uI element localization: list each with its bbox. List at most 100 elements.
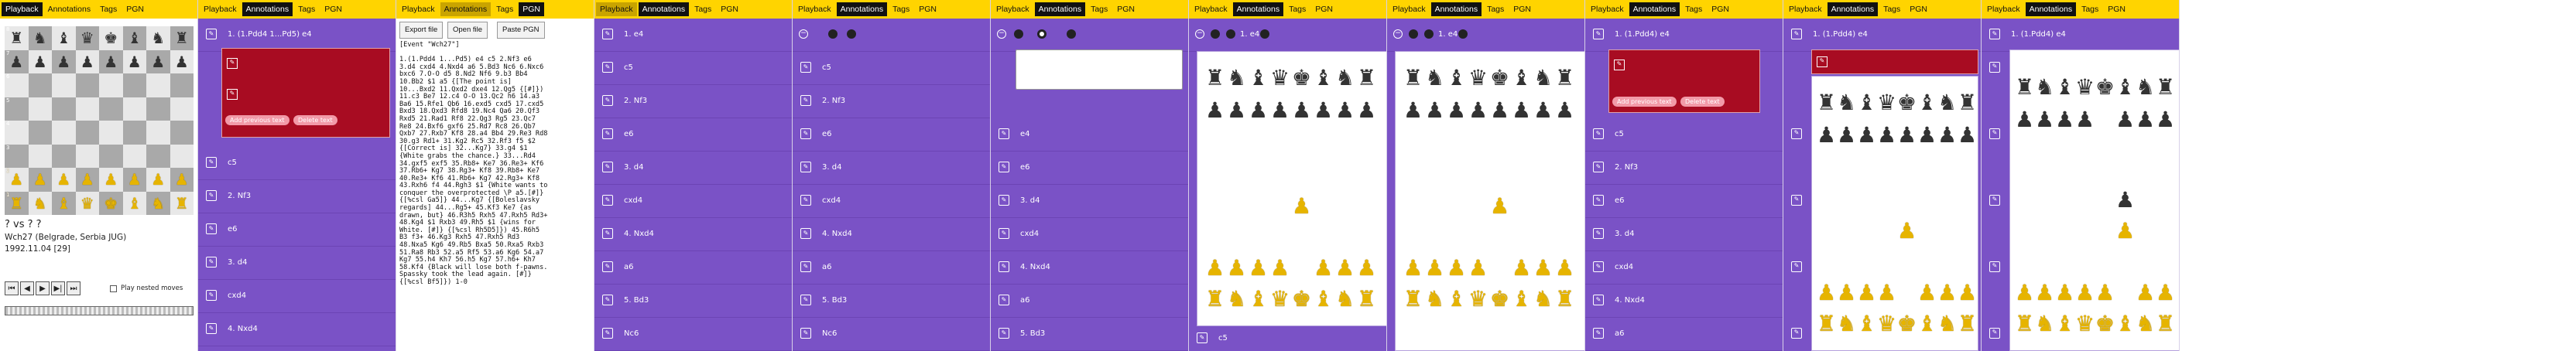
black-queen-piece[interactable]: ♛ [1877,92,1896,114]
first-move-button[interactable]: ⏮ [5,281,19,295]
export-file-button[interactable]: Export file [399,22,444,39]
black-pawn-piece[interactable]: ♟ [1512,100,1531,121]
tab-annotations[interactable]: Annotations [1430,2,1482,16]
white-pawn-piece[interactable]: ♟ [1205,257,1225,279]
black-pawn-piece[interactable]: ♟ [1468,100,1488,121]
move-row[interactable]: ✎ c5 [1585,118,1783,152]
board-square[interactable]: ♟ [52,49,76,73]
move-row[interactable]: ✎ a6 [793,251,990,285]
black-rook-piece[interactable]: ♜ [1958,92,1977,114]
move-row-header[interactable]: − [793,19,990,52]
black-knight-piece[interactable]: ♞ [2035,77,2054,98]
tab-tags[interactable]: Tags [690,2,715,16]
black-rook-piece[interactable]: ♜ [1205,67,1225,89]
board-square[interactable] [146,121,170,145]
black-rook-piece[interactable]: ♜ [2156,77,2175,98]
play-button[interactable]: ▶ [36,281,50,295]
move-row[interactable]: ✎ Nc6 [594,318,792,351]
black-pawn-piece[interactable]: ♟ [1292,100,1311,121]
black-pawn-piece[interactable]: ♟ [2115,109,2135,131]
tab-playback[interactable]: Playback [2,2,43,16]
move-row[interactable]: ✎ 4. Nxd4 [793,218,990,251]
white-pawn-piece[interactable]: ♟ [1937,282,1957,304]
edit-icon[interactable]: ✎ [227,58,238,69]
tab-tags[interactable]: Tags [1681,2,1706,16]
edit-icon[interactable]: ✎ [999,162,1009,172]
edit-icon[interactable]: ✎ [999,228,1009,239]
radio-option[interactable] [1458,29,1468,39]
board-square[interactable] [170,73,194,97]
edit-icon[interactable]: ✎ [1593,128,1604,139]
white-pawn-piece[interactable]: ♟ [1857,282,1876,304]
black-bishop-piece[interactable]: ♝ [1314,67,1333,89]
white-knight-piece[interactable]: ♞ [1227,288,1246,310]
board-square[interactable] [170,144,194,168]
black-pawn-piece[interactable]: ♟ [1897,124,1917,146]
edit-icon[interactable]: ✎ [1817,56,1828,67]
white-bishop-piece[interactable]: ♝ [2055,313,2074,335]
move-row[interactable]: ✎ e6 [1585,185,1783,218]
board-square[interactable] [52,121,76,145]
board-diagram[interactable]: ♜ ♞ ♝ ♛ ♚ ♝ ♞ ♜ ♟ ♟ ♟ ♟ ♟ ♟ ♟ ♟ ♟ ♟ ♟ ♟ ♟ ♟ ♟ ♟ ♜ ♞ ♝… [1197,51,1386,326]
radio-option[interactable] [1037,29,1046,39]
edit-icon[interactable]: ✎ [1593,195,1604,206]
black-pawn-piece[interactable]: ♟ [1357,100,1376,121]
white-pawn-piece[interactable]: ♟ [1817,282,1836,304]
move-row[interactable]: ✎ 4. Nxd4 [991,251,1188,285]
edit-icon[interactable]: ✎ [602,328,613,339]
edit-icon[interactable]: ✎ [1791,29,1802,39]
black-pawn-piece[interactable]: ♟ [1335,100,1355,121]
edit-icon[interactable]: ✎ [206,223,217,234]
board-square[interactable] [122,73,146,97]
move-row[interactable]: ✎ e6 [991,152,1188,185]
black-bishop-piece[interactable]: ♝ [1249,67,1268,89]
move-row[interactable]: ✎ 3. d4 [594,152,792,185]
tab-tags[interactable]: Tags [1483,2,1508,16]
move-row-header[interactable]: − [991,19,1188,52]
black-knight-piece[interactable]: ♞ [1837,92,1856,114]
next-move-button[interactable]: ▶| [51,281,65,295]
move-row[interactable]: ✎ cxd4 [594,185,792,218]
black-pawn-piece[interactable]: ♟ [2055,109,2074,131]
radio-option[interactable] [1226,29,1235,39]
open-file-button[interactable]: Open file [447,22,488,39]
tab-pgn[interactable]: PGN [1708,2,1733,16]
black-pawn-piece[interactable]: ♟ [1817,124,1836,146]
move-row[interactable]: ✎ 5. Bd3 [793,285,990,318]
chess-board[interactable]: 8 ♜ ♞ ♝ ♛ ♚ ♝ ♞ ♜ 7 ♟ ♟ ♟ ♟ ♟ ♟ ♟ ♟ 6 5 4 3 2 ♟ ♟ ♟ ♟ ♟ ♟ ♟ ♟ 1 ♜… [5,26,194,215]
tab-playback[interactable]: Playback [200,2,241,16]
white-knight-piece[interactable]: ♞ [2035,313,2054,335]
move-row[interactable]: ✎ 4. Nxd4 [1585,285,1783,318]
radio-option[interactable] [1014,29,1023,39]
white-pawn-piece[interactable]: ♟ [1877,282,1896,304]
move-row[interactable]: ✎ 3. d4 [991,185,1188,218]
white-pawn-piece[interactable]: ♟ [2156,282,2175,304]
black-pawn-piece[interactable]: ♟ [1937,124,1957,146]
edit-icon[interactable]: ✎ [206,157,217,168]
board-square[interactable] [28,121,52,145]
black-pawn-piece[interactable]: ♟ [2075,109,2095,131]
white-knight-piece[interactable]: ♞ [1335,288,1355,310]
board-square[interactable]: ♞ [28,26,52,50]
white-rook-piece[interactable]: ♜ [1555,288,1574,310]
white-pawn-piece[interactable]: ♟ [1403,257,1423,279]
edit-icon[interactable]: ✎ [999,195,1009,206]
tab-tags[interactable]: Tags [2078,2,2102,16]
move-row[interactable]: ✎ a6 [991,285,1188,318]
edit-icon[interactable]: ✎ [800,328,811,339]
black-bishop-piece[interactable]: ♝ [1917,92,1937,114]
last-move-button[interactable]: ⏭ [67,281,80,295]
edit-icon[interactable]: ✎ [206,290,217,301]
move-row[interactable]: ✎ 2. Nf3 [793,85,990,118]
white-bishop-piece[interactable]: ♝ [1314,288,1333,310]
paste-pgn-button[interactable]: Paste PGN [497,22,545,39]
black-king-piece[interactable]: ♚ [2095,77,2115,98]
edit-icon[interactable]: ✎ [602,62,613,73]
white-pawn-piece[interactable]: ♟ [2136,282,2155,304]
move-row[interactable]: ✎ e6 [198,213,396,247]
board-square[interactable]: ♟ [146,49,170,73]
board-square[interactable]: ♞ [146,26,170,50]
black-pawn-piece[interactable]: ♟ [1958,124,1977,146]
board-diagram[interactable]: ♜ ♞ ♝ ♛ ♚ ♝ ♞ ♜ ♟ ♟ ♟ ♟ ♟ ♟ ♟ ♟ ♟ ♟ ♟ ♟ ♟ ♟ ♟ ♟ ♜ ♞ … [2009,49,2179,351]
black-rook-piece[interactable]: ♜ [1817,92,1836,114]
